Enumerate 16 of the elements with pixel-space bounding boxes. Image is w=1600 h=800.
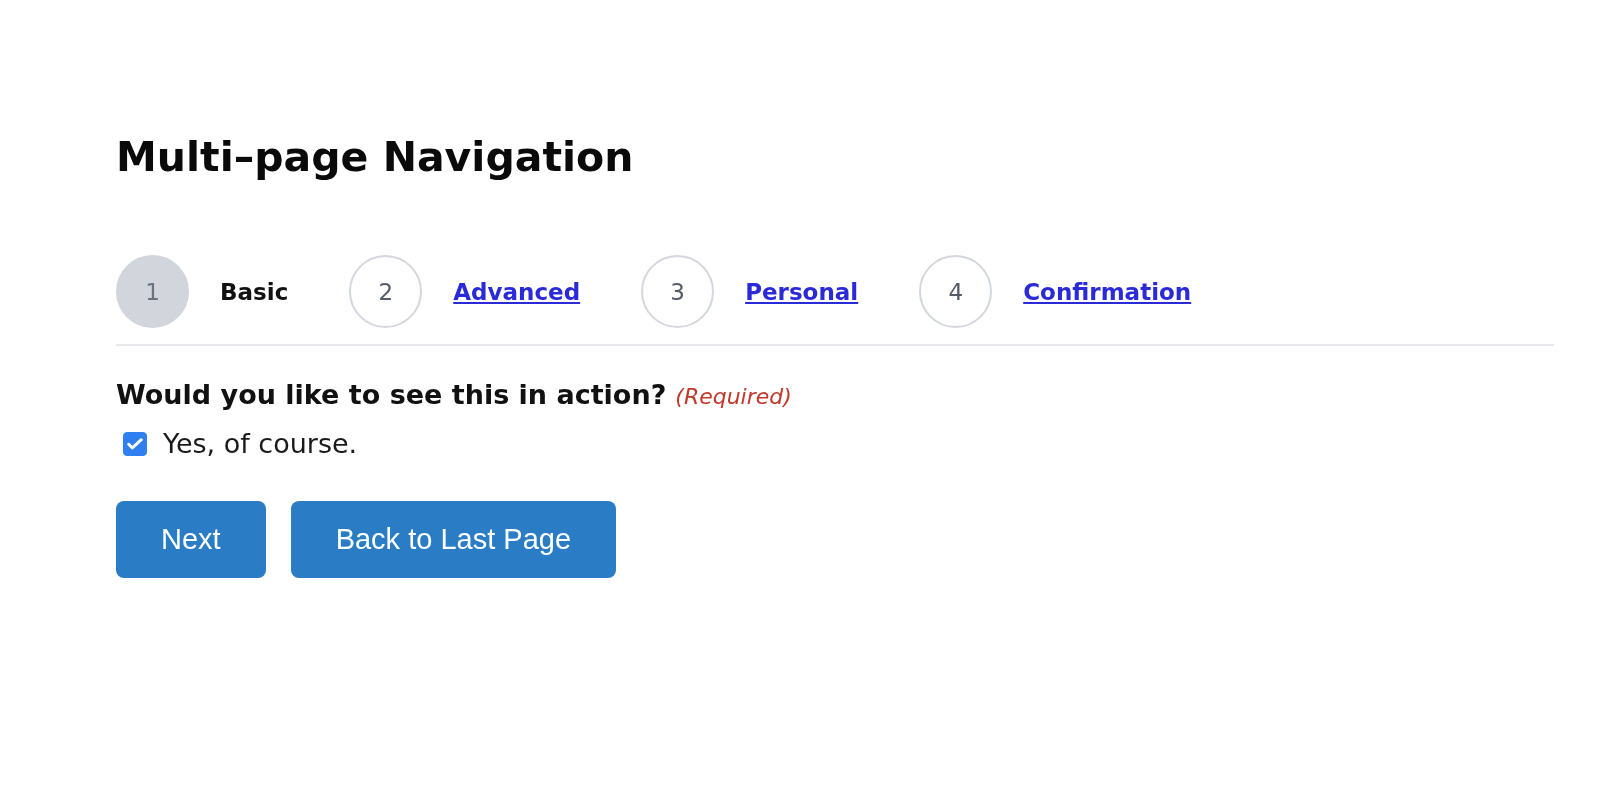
step-number: 2 [349,255,423,328]
question-label: Would you like to see this in action? [116,379,667,410]
step-number: 4 [919,255,993,328]
page-title: Multi–page Navigation [116,133,634,181]
back-button[interactable]: Back to Last Page [290,501,616,578]
step-link[interactable]: Personal [745,278,859,305]
checkmark-icon [127,437,143,450]
step-number: 3 [641,255,715,328]
checkbox[interactable] [123,431,147,456]
step-label: Basic [220,278,289,305]
checkbox-label: Yes, of course. [163,428,358,459]
required-note: (Required) [675,384,792,409]
step-link[interactable]: Advanced [453,278,581,305]
step-link[interactable]: Confirmation [1023,278,1192,305]
step-number: 1 [116,255,189,328]
next-button[interactable]: Next [116,501,266,578]
